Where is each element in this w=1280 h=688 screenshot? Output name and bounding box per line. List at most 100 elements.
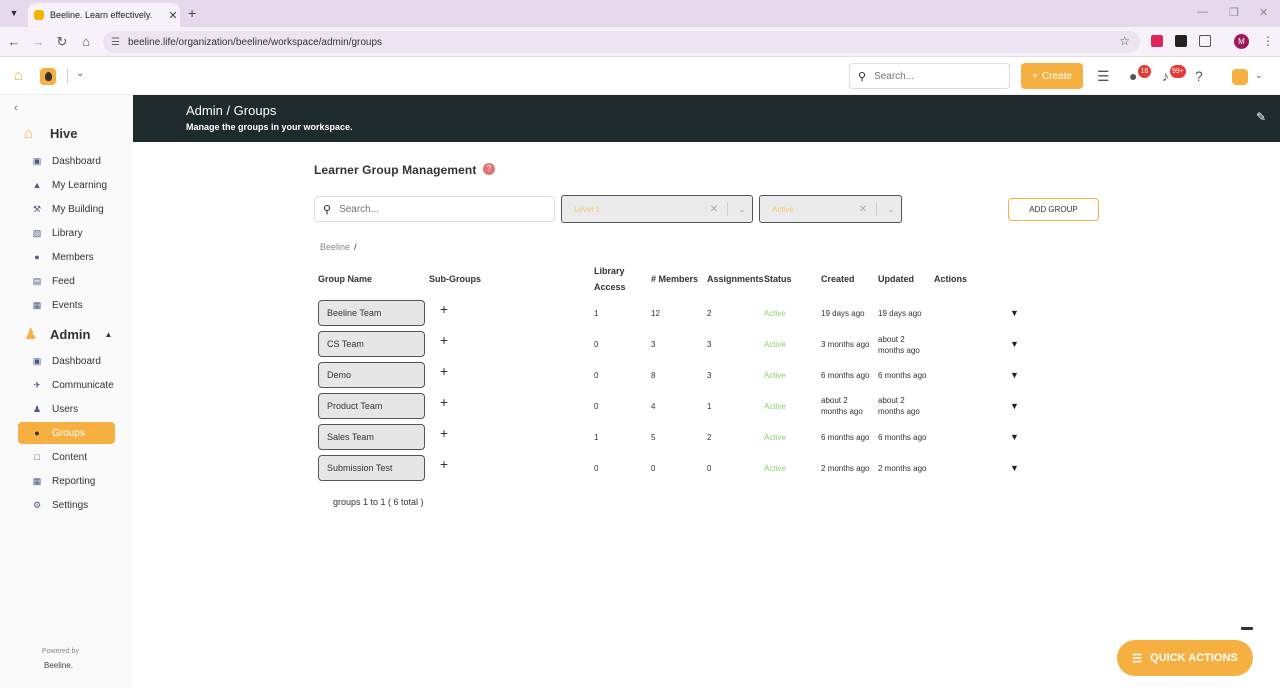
add-group-button[interactable]: ADD GROUP [1008,198,1099,221]
group-name-button[interactable]: CS Team [318,331,425,357]
workspace-chevron-icon[interactable]: ⌄ [76,68,84,79]
home-icon[interactable]: ⌂ [78,34,94,49]
chart-icon: ▣ [32,155,42,166]
collapse-sidebar-icon[interactable]: ‹ [14,102,18,114]
sidebar-item-admin-dashboard[interactable]: ▣ Dashboard [18,350,115,372]
hive-label: Hive [50,126,78,141]
chevron-down-icon[interactable]: ⌄ [732,204,752,215]
forward-icon[interactable]: → [30,34,46,49]
browser-menu-icon[interactable]: ⋮ [1262,34,1274,48]
header-search[interactable]: ⚲ [849,63,1010,89]
column-header-status: Status [764,274,792,284]
clear-icon[interactable]: ✕ [705,204,723,215]
sidebar-item-library[interactable]: ▧ Library [18,222,115,244]
group-name-button[interactable]: Demo [318,362,425,388]
browser-tab[interactable]: Beeline. Learn effectively. ✕ [28,3,180,27]
add-subgroup-icon[interactable]: + [433,363,455,383]
sidebar-item-groups[interactable]: ● Groups [18,422,115,444]
extension-figma-icon[interactable] [1151,35,1163,47]
app-header: ⌂ ⌄ ⚲ + Create ☰ ● 16 ♪ 99+ ? ⌄ [0,57,1280,95]
sidebar-item-communicate[interactable]: ✈ Communicate [18,374,115,396]
breadcrumb-separator: / [354,242,357,252]
sidebar-item-my-learning[interactable]: ▲ My Learning [18,174,115,196]
minimize-window-icon[interactable]: — [1197,6,1208,18]
sidebar-item-settings[interactable]: ⚙ Settings [18,494,115,516]
back-icon[interactable]: ← [6,34,22,49]
new-tab-icon[interactable]: + [188,5,196,21]
restore-window-icon[interactable]: ❐ [1229,6,1239,19]
sidebar-item-my-building[interactable]: ⚒ My Building [18,198,115,220]
user-menu-logo-icon[interactable] [1232,69,1248,85]
close-window-icon[interactable]: ✕ [1259,6,1268,19]
users-icon: ● [34,252,40,262]
profile-avatar[interactable]: M [1234,34,1249,49]
created-cell: 6 months ago [821,433,870,442]
sidebar-item-feed[interactable]: ▤ Feed [18,270,115,292]
sidebar-item-label: Members [52,251,94,263]
extension-f-icon[interactable] [1175,35,1187,47]
url-field[interactable]: ☰ beeline.life/organization/beeline/work… [103,31,1140,53]
quick-actions-label: QUICK ACTIONS [1150,652,1238,664]
group-search[interactable]: ⚲ [314,196,555,222]
row-actions-caret-icon[interactable]: ▼ [1010,308,1019,318]
group-name-button[interactable]: Sales Team [318,424,425,450]
created-cell: 2 months ago [821,464,870,473]
messages-icon[interactable]: ● [1129,68,1137,84]
sidebar-item-label: Dashboard [52,355,101,367]
library-access-cell: 0 [594,402,599,411]
tab-title: Beeline. Learn effectively. [50,10,153,20]
bell-icon[interactable]: ♪ [1162,68,1169,84]
chevron-down-icon[interactable]: ⌄ [881,204,901,215]
library-access-cell: 1 [594,433,599,442]
minimize-quick-actions-icon[interactable] [1241,627,1253,630]
row-actions-caret-icon[interactable]: ▼ [1010,339,1019,349]
sidebar-item-content[interactable]: □ Content [18,446,115,468]
sidebar-section-hive[interactable]: ⌂ Hive [24,125,77,142]
sidebar-item-label: Reporting [52,475,96,487]
breadcrumb-root[interactable]: Beeline [320,242,350,252]
add-subgroup-icon[interactable]: + [433,425,455,445]
add-subgroup-icon[interactable]: + [433,332,455,352]
row-actions-caret-icon[interactable]: ▼ [1010,370,1019,380]
create-button[interactable]: + Create [1021,63,1083,89]
sidebar-item-reporting[interactable]: ▦ Reporting [18,470,115,492]
reload-icon[interactable]: ↻ [54,34,70,50]
add-subgroup-icon[interactable]: + [433,456,455,476]
assignments-cell: 1 [707,402,712,411]
bookmark-star-icon[interactable]: ☆ [1119,34,1130,48]
address-bar-row: ← → ↻ ⌂ ☰ beeline.life/organization/beel… [0,27,1280,57]
sidebar-item-members[interactable]: ● Members [18,246,115,268]
row-actions-caret-icon[interactable]: ▼ [1010,432,1019,442]
group-name-button[interactable]: Submission Test [318,455,425,481]
row-actions-caret-icon[interactable]: ▼ [1010,401,1019,411]
site-info-icon[interactable]: ☰ [111,37,120,48]
sidebar-section-admin[interactable]: ♟ Admin ▲ [24,325,112,343]
extensions-puzzle-icon[interactable] [1199,35,1211,47]
clear-icon[interactable]: ✕ [854,204,872,215]
status-filter-select[interactable]: Active ✕ ⌄ [759,195,902,223]
sidebar-item-events[interactable]: ▦ Events [18,294,115,316]
group-name-button[interactable]: Beeline Team [318,300,425,326]
group-search-input[interactable] [339,203,540,215]
beeline-logo-icon[interactable] [40,68,56,85]
add-subgroup-icon[interactable]: + [433,394,455,414]
quick-actions-button[interactable]: ☰ QUICK ACTIONS [1117,640,1253,676]
sidebar-item-users[interactable]: ♟ Users [18,398,115,420]
updated-cell: 19 days ago [878,309,922,318]
tasks-list-icon[interactable]: ☰ [1097,68,1110,85]
home-icon[interactable]: ⌂ [14,67,23,84]
level-filter-select[interactable]: Level 1 ✕ ⌄ [561,195,753,223]
help-icon[interactable]: ? [483,163,495,175]
chart-icon: ▣ [32,355,42,366]
header-search-input[interactable] [874,70,995,82]
sidebar-item-hive-dashboard[interactable]: ▣ Dashboard [18,150,115,172]
help-icon[interactable]: ? [1195,68,1203,84]
row-actions-caret-icon[interactable]: ▼ [1010,463,1019,473]
tab-search-chevron-icon[interactable]: ▼ [6,5,22,21]
user-menu-chevron-icon[interactable]: ⌄ [1255,70,1263,81]
created-cell: 19 days ago [821,309,865,318]
group-name-button[interactable]: Product Team [318,393,425,419]
edit-icon[interactable]: ✎ [1256,110,1266,124]
add-subgroup-icon[interactable]: + [433,301,455,321]
close-tab-icon[interactable]: ✕ [166,9,180,22]
